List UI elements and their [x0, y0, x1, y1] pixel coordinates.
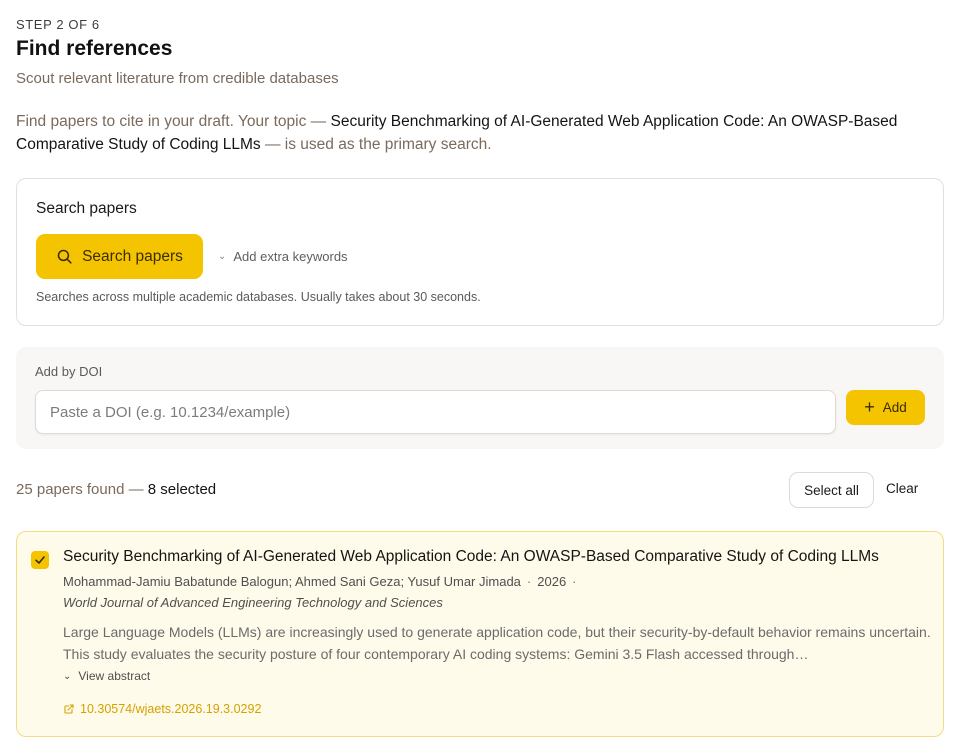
- select-all-button[interactable]: Select all: [789, 472, 874, 508]
- meta-separator: ·: [572, 574, 577, 589]
- add-doi-label: Add: [882, 400, 907, 415]
- doi-input[interactable]: [35, 390, 836, 434]
- paper-doi-link[interactable]: 10.30574/wjaets.2026.19.3.0292: [63, 702, 261, 716]
- plus-icon: +: [864, 396, 875, 417]
- intro-suffix: — is used as the primary search.: [260, 136, 492, 153]
- intro-prefix: Find papers to cite in your draft. Your …: [16, 113, 331, 130]
- results-count: 25 papers found —: [16, 481, 148, 498]
- paper-doi: 10.30574/wjaets.2026.19.3.0292: [80, 702, 262, 716]
- chevron-down-icon: ⌄: [218, 251, 227, 262]
- check-icon: [35, 556, 45, 564]
- step-indicator: STEP 2 OF 6: [16, 17, 100, 32]
- chevron-down-icon: ⌄: [63, 670, 72, 682]
- selected-count: 8 selected: [147, 481, 217, 498]
- search-card: Search papers Search papers ⌄ Add extra …: [16, 178, 944, 326]
- add-doi-button[interactable]: + Add: [846, 390, 925, 425]
- results-summary: 25 papers found — 8 selected: [16, 481, 216, 498]
- page-title: Find references: [16, 37, 173, 60]
- paper-abstract: Large Language Models (LLMs) are increas…: [63, 624, 931, 662]
- clear-button[interactable]: Clear: [886, 481, 918, 496]
- paper-authors: Mohammad-Jamiu Babatunde Balogun; Ahmed …: [63, 574, 521, 589]
- doi-label: Add by DOI: [35, 364, 103, 379]
- meta-separator: ·: [526, 574, 532, 589]
- view-abstract-label: View abstract: [78, 669, 151, 683]
- intro-text: Find papers to cite in your draft. Your …: [16, 110, 946, 156]
- paper-year: 2026: [537, 574, 567, 589]
- search-icon: [57, 249, 72, 264]
- page-subtitle: Scout relevant literature from credible …: [16, 70, 339, 87]
- paper-select-checkbox[interactable]: [31, 551, 49, 569]
- search-papers-button[interactable]: Search papers: [36, 234, 203, 279]
- view-abstract-toggle[interactable]: ⌄ View abstract: [63, 669, 150, 683]
- paper-journal: World Journal of Advanced Engineering Te…: [63, 595, 443, 610]
- paper-title: Security Benchmarking of AI-Generated We…: [63, 548, 879, 565]
- paper-card[interactable]: Security Benchmarking of AI-Generated We…: [16, 531, 944, 737]
- doi-card: Add by DOI + Add: [16, 347, 944, 449]
- external-link-icon: [64, 704, 74, 714]
- add-extra-keywords-toggle[interactable]: ⌄ Add extra keywords: [218, 249, 348, 264]
- search-card-title: Search papers: [36, 200, 137, 217]
- search-papers-label: Search papers: [82, 247, 183, 265]
- search-note: Searches across multiple academic databa…: [36, 290, 481, 304]
- add-extra-keywords-label: Add extra keywords: [233, 249, 348, 264]
- paper-meta: Mohammad-Jamiu Babatunde Balogun; Ahmed …: [63, 574, 583, 589]
